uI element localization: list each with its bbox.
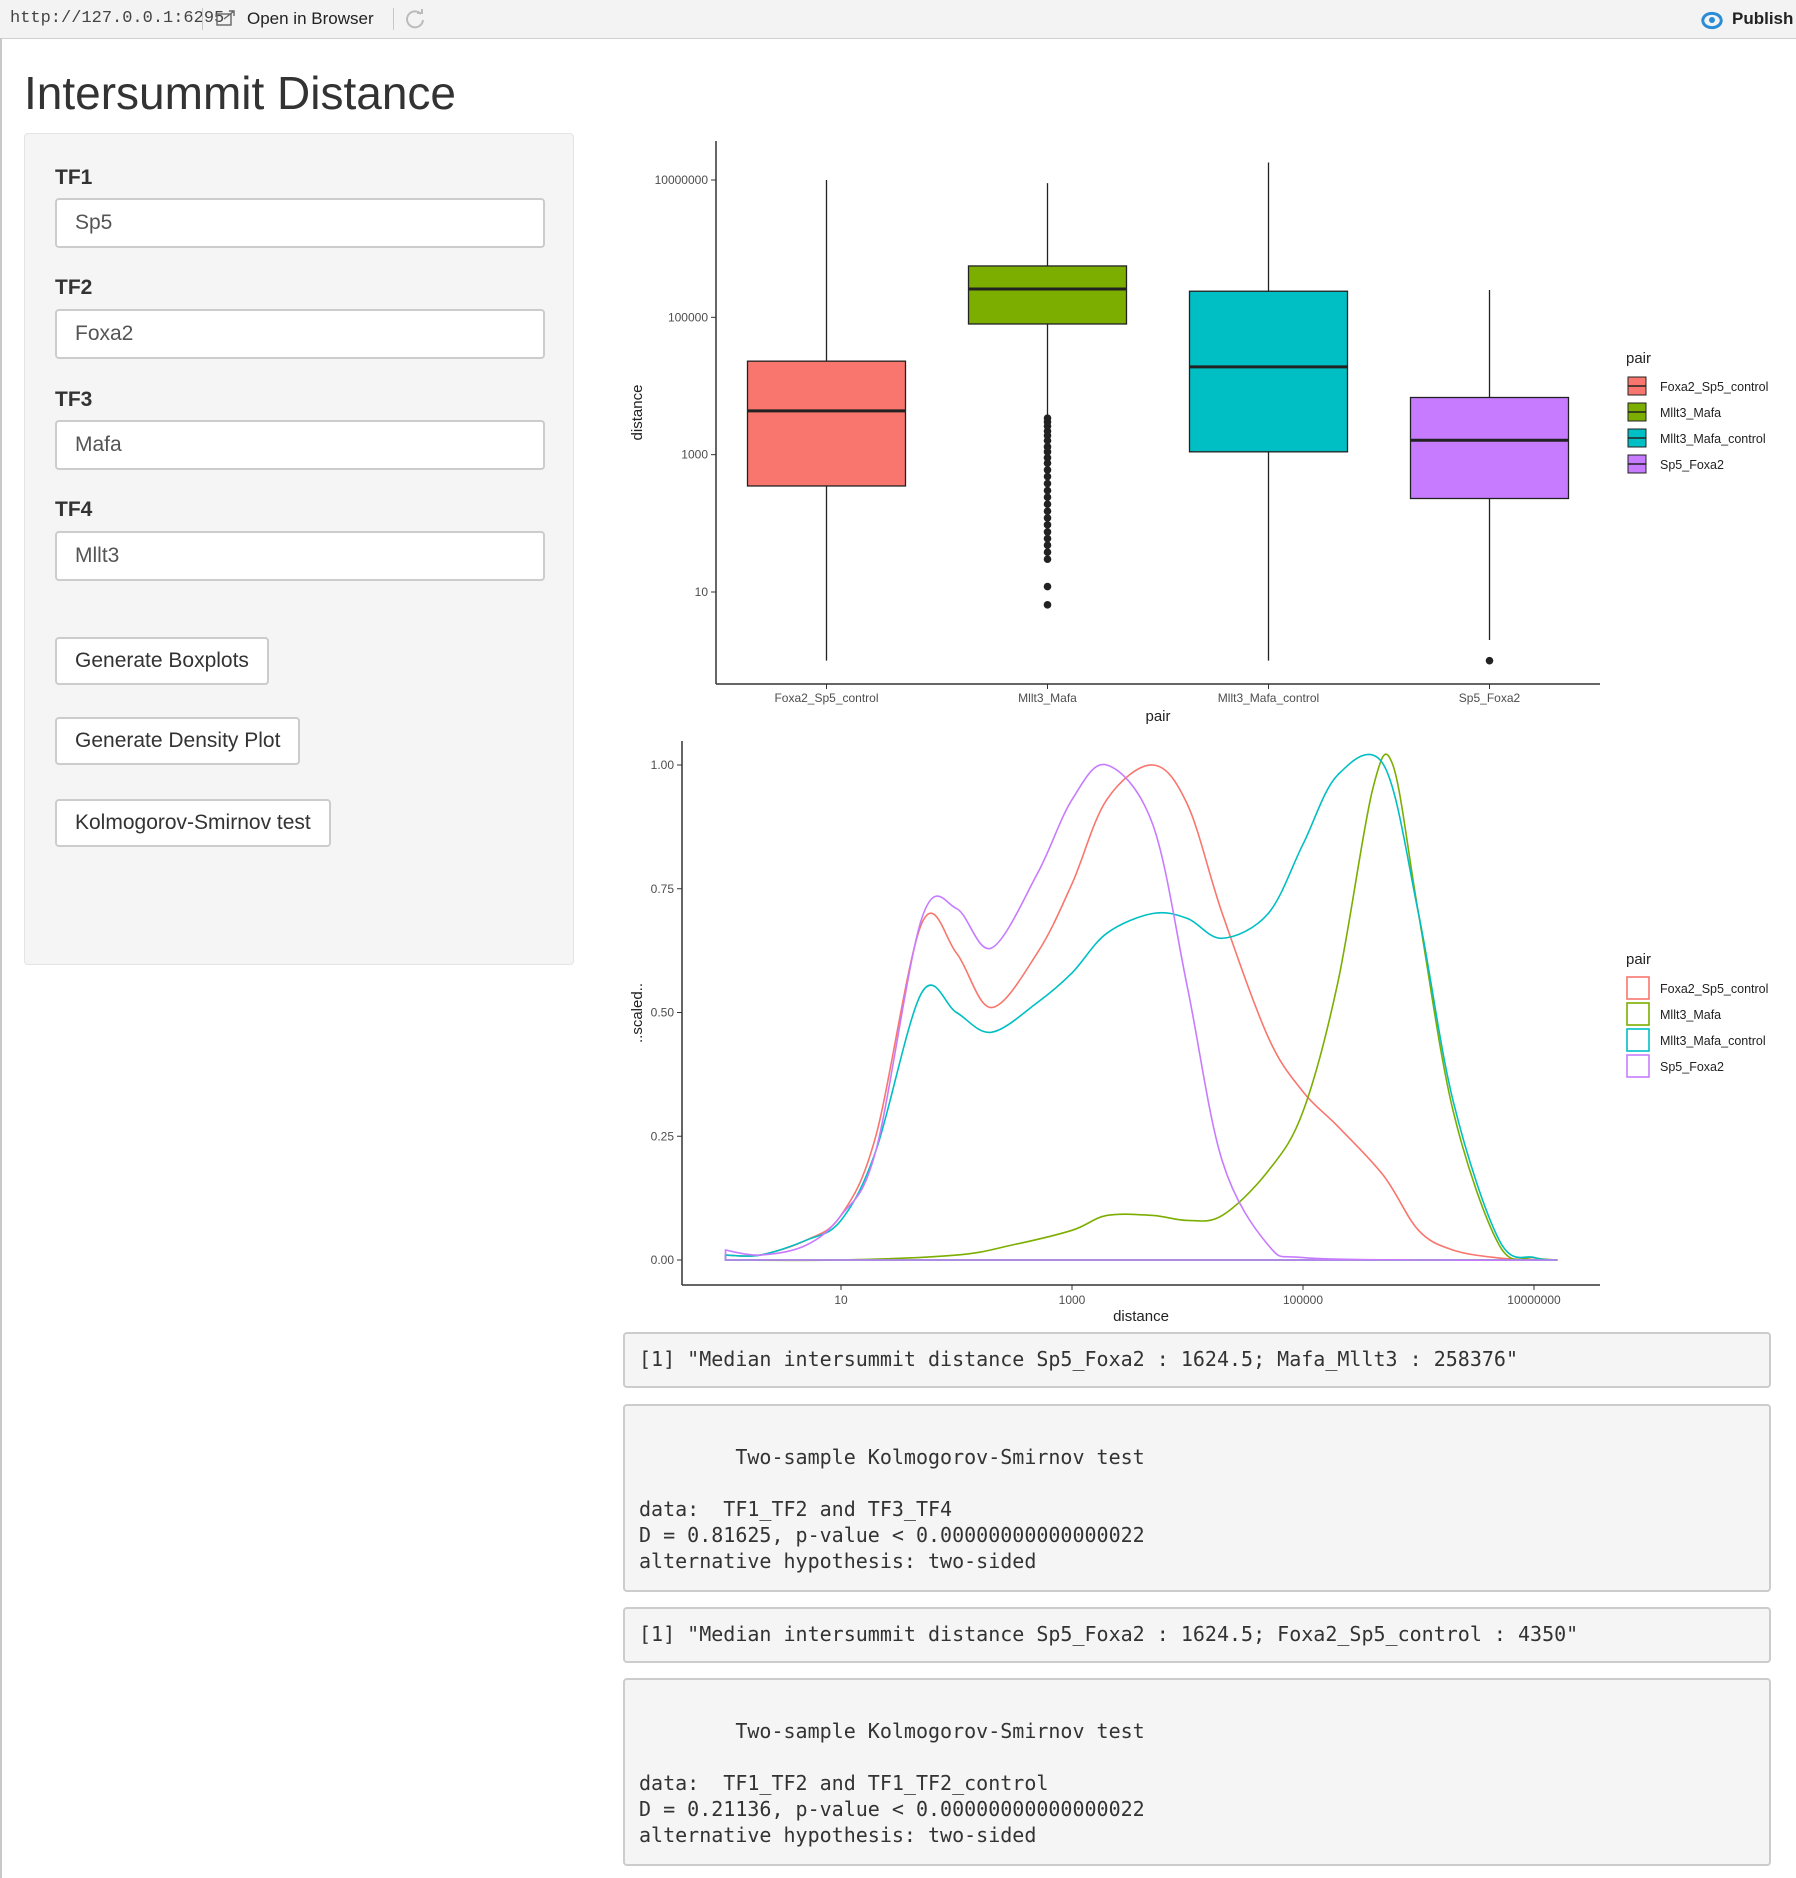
outlier-point [1043,582,1052,591]
x-axis-title: distance [1113,1308,1169,1325]
y-tick-label: 0.25 [651,1129,675,1143]
x-axis-title: pair [1145,708,1170,725]
x-tick-label: Mllt3_Mafa_control [1218,691,1319,705]
tf4-input[interactable]: Mllt3 [55,531,545,581]
tf3-label: TF3 [55,388,93,411]
tf4-label: TF4 [55,498,93,521]
outlier-point [1043,601,1052,609]
url-display[interactable]: http://127.0.0.1:6295 [10,9,224,28]
legend-label: Sp5_Foxa2 [1660,458,1724,472]
y-tick-label: 0.00 [651,1253,675,1267]
box-Mllt3_Mafa [967,265,1128,325]
outlier-point [1043,472,1052,481]
outlier-point [1043,479,1052,488]
outlier-point [1043,528,1052,536]
y-tick-label: 1.00 [651,758,675,772]
density-line-Sp5_Foxa2 [724,763,1558,1261]
outlier-point [1043,534,1052,543]
x-tick-label: Mllt3_Mafa [1018,691,1077,705]
legend-key [1626,1028,1650,1052]
open-in-browser-button[interactable]: Open in Browser [247,9,374,29]
toolbar-divider [393,8,394,30]
density-chart: 0.00 0.25 0.50 0.75 1.00 10 1000 100000 10000000… [629,741,1768,1325]
y-tick-label: 10000000 [655,173,709,187]
legend-label: Foxa2_Sp5_control [1660,982,1768,996]
legend-label: Foxa2_Sp5_control [1660,380,1768,394]
outlier-point [1043,555,1052,564]
ks-test-button[interactable]: Kolmogorov-Smirnov test [55,799,331,847]
box-Mllt3_Mafa_control [1188,290,1349,453]
tf1-input[interactable]: Sp5 [55,198,545,248]
y-tick-label: 10 [695,585,709,599]
density-line-Foxa2_Sp5_control [724,764,1558,1261]
y-tick-label: 0.50 [651,1006,675,1020]
legend-title: pair [1626,350,1651,367]
box-Sp5_Foxa2 [1409,396,1570,500]
boxplot-chart: 10 1000 100000 10000000 distance pair Foxa2_Sp… [629,141,1768,725]
ks-test-output-2: Two-sample Kolmogorov-Smirnov test data:… [623,1678,1771,1866]
ks-test-output-1: Two-sample Kolmogorov-Smirnov test data:… [623,1404,1771,1592]
outlier-point [1043,493,1052,502]
publish-button[interactable]: Publish [1732,9,1793,29]
outlier-point [1485,656,1494,665]
y-tick-label: 1000 [681,448,708,462]
window-edge [0,38,2,1878]
y-axis-title: ..scaled.. [629,983,646,1043]
outlier-point [1043,500,1052,508]
y-tick-label: 100000 [668,310,708,324]
tf3-input[interactable]: Mafa [55,420,545,470]
page-title: Intersummit Distance [24,67,457,119]
density-line-Mllt3_Mafa [725,753,1558,1262]
outlier-point [1043,507,1052,516]
x-tick-label: 100000 [1283,1293,1323,1307]
y-tick-label: 0.75 [651,882,675,896]
outlier-point [1043,486,1052,495]
x-tick-label: 10 [834,1293,848,1307]
legend-label: Mllt3_Mafa [1660,1008,1721,1022]
generate-density-plot-button[interactable]: Generate Density Plot [55,717,301,765]
refresh-icon[interactable] [404,8,426,30]
outlier-point [1043,541,1052,550]
viewer-toolbar: http://127.0.0.1:6295 Open in Browser Pu… [0,0,1796,39]
x-tick-label: Sp5_Foxa2 [1459,691,1521,705]
median-output-2: [1] "Median intersummit distance Sp5_Fox… [623,1607,1771,1663]
legend-key [1626,976,1650,1000]
x-tick-label: Foxa2_Sp5_control [774,691,878,705]
outlier-point [1043,466,1052,474]
outlier-point [1043,548,1052,556]
outlier-point [1043,459,1052,468]
legend-label: Mllt3_Mafa_control [1660,432,1766,446]
legend-title: pair [1626,951,1651,968]
x-tick-label: 1000 [1059,1293,1086,1307]
tf1-label: TF1 [55,166,93,189]
y-axis-title: distance [629,385,646,441]
tf2-label: TF2 [55,276,93,299]
x-tick-label: 10000000 [1507,1293,1561,1307]
tf2-input[interactable]: Foxa2 [55,309,545,359]
density-line-Mllt3_Mafa_control [724,753,1558,1261]
toolbar-divider [202,8,203,30]
median-output-1: [1] "Median intersummit distance Sp5_Fox… [623,1332,1771,1388]
legend-key [1626,1002,1650,1026]
legend-label: Mllt3_Mafa [1660,406,1721,420]
publish-icon[interactable] [1700,10,1724,30]
sidebar-panel: TF1 Sp5 TF2 Foxa2 TF3 Mafa TF4 Mllt3 Gen… [24,133,574,965]
legend-label: Sp5_Foxa2 [1660,1060,1724,1074]
legend-label: Mllt3_Mafa_control [1660,1034,1766,1048]
open-in-browser-icon[interactable] [216,10,236,27]
box-Foxa2_Sp5_control [746,360,907,487]
outlier-point [1043,521,1052,529]
outlier-point [1043,514,1052,522]
generate-boxplots-button[interactable]: Generate Boxplots [55,637,269,685]
legend-key [1626,1054,1650,1078]
